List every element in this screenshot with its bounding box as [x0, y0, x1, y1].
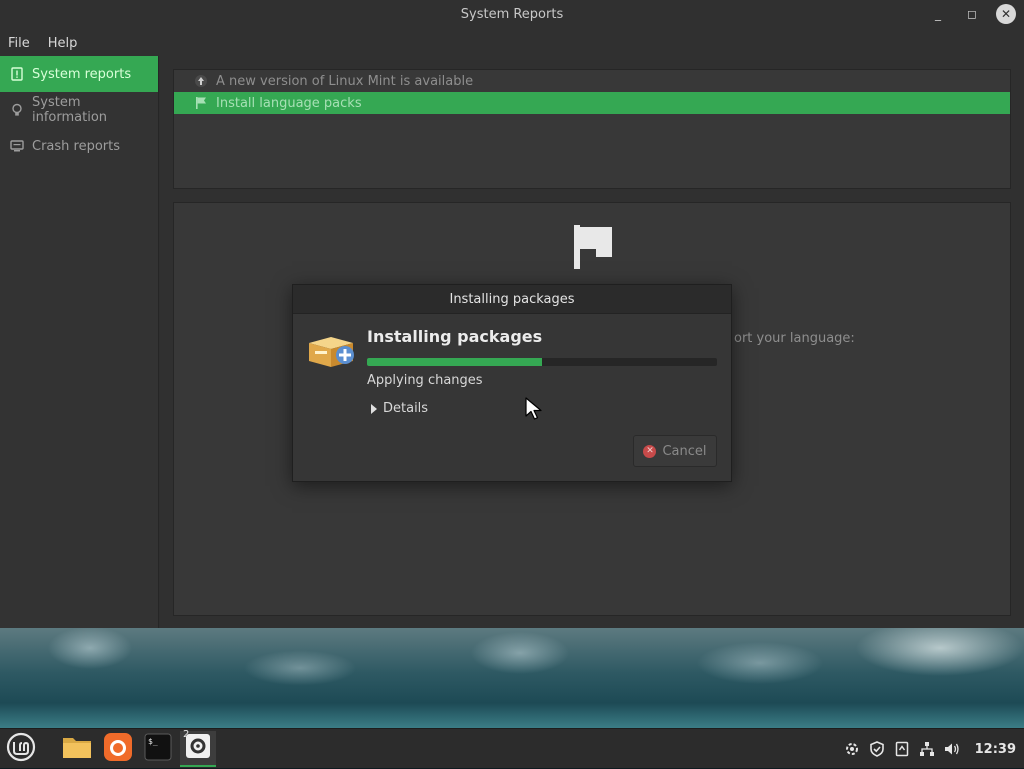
- expand-arrow-icon: [371, 403, 377, 414]
- list-item[interactable]: Install language packs: [174, 92, 1010, 114]
- maximize-icon[interactable]: ◻: [962, 4, 982, 24]
- sidebar-item-system-reports[interactable]: System reports: [0, 56, 158, 92]
- shield-icon[interactable]: [869, 741, 885, 757]
- clock[interactable]: 12:39: [975, 742, 1016, 757]
- taskbar-terminal[interactable]: $_: [142, 733, 174, 765]
- dialog-heading: Installing packages: [367, 327, 543, 346]
- cancel-button[interactable]: ✕ Cancel: [633, 435, 717, 467]
- report-description: ort your language:: [734, 331, 855, 346]
- sidebar: System reports System information Crash …: [0, 56, 159, 628]
- network-icon[interactable]: [919, 741, 935, 757]
- window-title: System Reports: [460, 7, 564, 22]
- sidebar-item-label: System reports: [32, 66, 132, 82]
- sidebar-item-label: System information: [32, 95, 108, 125]
- dialog-title[interactable]: Installing packages: [293, 285, 731, 314]
- progress-fill: [367, 358, 542, 366]
- taskbar-files[interactable]: [61, 733, 93, 765]
- system-tray: 12:39: [844, 729, 1024, 769]
- taskbar: $_ 2 12:39: [0, 728, 1024, 768]
- menu-button[interactable]: [5, 732, 37, 766]
- list-item-label: A new version of Linux Mint is available: [216, 73, 474, 89]
- up-arrow-icon: [194, 74, 208, 88]
- package-install-icon: [307, 333, 355, 373]
- cancel-icon: ✕: [643, 444, 657, 458]
- sidebar-item-system-information[interactable]: System information: [0, 92, 158, 128]
- report-icon: [10, 67, 24, 81]
- sidebar-item-crash-reports[interactable]: Crash reports: [0, 128, 158, 164]
- taskbar-system-reports[interactable]: 2: [180, 729, 216, 767]
- details-expander[interactable]: Details: [371, 401, 428, 416]
- desktop-wallpaper: [0, 628, 1024, 728]
- reports-list: A new version of Linux Mint is available…: [173, 69, 1011, 189]
- svg-text:$_: $_: [148, 737, 158, 746]
- lightbulb-icon: [10, 103, 24, 117]
- cancel-label: Cancel: [662, 443, 707, 459]
- mint-logo-icon: [6, 732, 36, 766]
- firefox-icon: [103, 732, 133, 766]
- progress-status: Applying changes: [367, 373, 483, 388]
- install-progress-bar: [367, 358, 717, 366]
- menu-bar: File Help: [0, 30, 1024, 56]
- window-count-badge: 2: [183, 729, 190, 740]
- details-label: Details: [383, 401, 429, 416]
- terminal-icon: $_: [144, 733, 172, 765]
- title-bar[interactable]: System Reports _ ◻ ✕: [0, 0, 1024, 30]
- sidebar-item-label: Crash reports: [32, 138, 121, 154]
- flag-icon: [194, 96, 208, 110]
- volume-icon[interactable]: [944, 741, 960, 757]
- menu-file[interactable]: File: [8, 36, 30, 51]
- taskbar-firefox[interactable]: [102, 733, 134, 765]
- flag-icon: [574, 225, 612, 273]
- installing-packages-dialog: Installing packages Installing packages …: [292, 284, 732, 482]
- menu-help[interactable]: Help: [48, 36, 78, 51]
- monitor-icon: [10, 139, 24, 153]
- folder-icon: [62, 734, 92, 764]
- clipboard-icon[interactable]: [894, 741, 910, 757]
- list-item[interactable]: A new version of Linux Mint is available: [174, 70, 1010, 92]
- list-item-label: Install language packs: [216, 95, 362, 111]
- update-manager-icon[interactable]: [844, 741, 860, 757]
- close-icon[interactable]: ✕: [996, 4, 1016, 24]
- mouse-cursor-icon: [525, 397, 543, 425]
- minimize-icon[interactable]: _: [928, 4, 948, 24]
